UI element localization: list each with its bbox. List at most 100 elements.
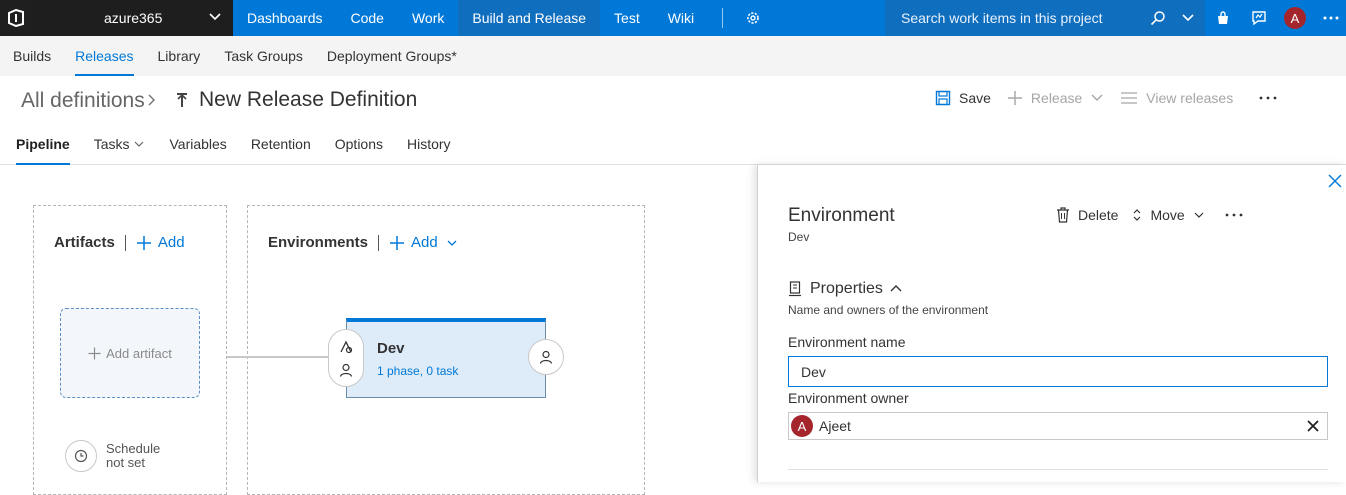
nav-test[interactable]: Test xyxy=(600,0,654,36)
title-row: All definitions New Release Definition S… xyxy=(0,76,1346,124)
title-actions: Save Release View releases xyxy=(935,90,1301,106)
search-placeholder: Search work items in this project xyxy=(901,10,1103,26)
environments-label: Environments xyxy=(268,234,369,251)
move-button[interactable]: Move xyxy=(1132,207,1204,223)
delete-label: Delete xyxy=(1078,207,1119,223)
chevron-down-icon xyxy=(1194,212,1204,218)
panel-actions: Delete Move xyxy=(1056,207,1265,223)
artifacts-header: Artifacts Add xyxy=(54,234,185,251)
plus-icon xyxy=(136,235,151,250)
trigger-icon xyxy=(340,340,353,353)
search-box[interactable]: Search work items in this project xyxy=(885,0,1205,36)
schedule-trigger[interactable]: Schedule not set xyxy=(65,440,160,472)
more-options-icon[interactable] xyxy=(1313,0,1346,36)
properties-icon xyxy=(789,281,801,297)
plus-icon xyxy=(88,347,101,359)
feedback-icon[interactable] xyxy=(1241,0,1277,36)
schedule-line2: not set xyxy=(106,455,146,470)
release-definition-icon xyxy=(174,91,190,114)
panel-title: Environment xyxy=(788,205,895,226)
vsts-logo-icon[interactable] xyxy=(0,0,32,36)
tab-pipeline[interactable]: Pipeline xyxy=(16,124,70,165)
nav-work[interactable]: Work xyxy=(398,0,458,36)
plus-icon xyxy=(390,235,405,250)
tab-retention[interactable]: Retention xyxy=(251,124,311,164)
chevron-down-icon xyxy=(135,141,144,147)
hub-nav: Dashboards Code Work Build and Release T… xyxy=(233,0,769,36)
environment-name-input[interactable]: Dev xyxy=(788,356,1328,387)
top-bar: azure365 Dashboards Code Work Build and … xyxy=(0,0,1346,36)
chevron-down-icon[interactable] xyxy=(1181,11,1195,28)
pre-deployment-conditions[interactable] xyxy=(328,329,364,387)
nav-code[interactable]: Code xyxy=(337,0,398,36)
tab-history[interactable]: History xyxy=(407,124,451,164)
subnav-releases[interactable]: Releases xyxy=(75,36,134,76)
save-button[interactable]: Save xyxy=(935,90,991,106)
add-artifact-button[interactable]: Add artifact xyxy=(60,308,200,398)
marketplace-bag-icon[interactable] xyxy=(1205,0,1241,36)
nav-build-and-release[interactable]: Build and Release xyxy=(458,0,601,36)
clock-icon xyxy=(65,440,97,472)
chevron-down-icon xyxy=(1091,94,1103,101)
view-releases-label: View releases xyxy=(1146,90,1234,106)
nav-wiki[interactable]: Wiki xyxy=(654,0,708,36)
add-artifact-link[interactable]: Add xyxy=(136,234,185,251)
properties-description: Name and owners of the environment xyxy=(788,303,989,317)
plus-icon xyxy=(1007,91,1022,105)
trash-icon xyxy=(1057,207,1069,223)
header-divider xyxy=(378,234,380,251)
environment-owner-field[interactable]: A Ajeet xyxy=(788,412,1328,440)
add-environment-link[interactable]: Add xyxy=(389,234,458,251)
account-selector[interactable]: azure365 xyxy=(32,0,233,36)
owner-name: Ajeet xyxy=(819,418,851,434)
tab-tasks[interactable]: Tasks xyxy=(94,124,146,164)
properties-section-toggle[interactable]: Properties xyxy=(788,280,903,298)
subnav-task-groups[interactable]: Task Groups xyxy=(224,36,303,76)
user-avatar[interactable]: A xyxy=(1277,0,1313,36)
tab-tasks-label: Tasks xyxy=(93,136,130,152)
person-icon xyxy=(539,350,553,364)
release-button[interactable]: Release xyxy=(1007,90,1104,106)
top-icons: A xyxy=(1205,0,1346,36)
properties-heading: Properties xyxy=(810,280,883,297)
save-label: Save xyxy=(959,90,991,106)
release-label: Release xyxy=(1030,90,1083,106)
post-deployment-conditions[interactable] xyxy=(528,339,564,375)
save-icon xyxy=(935,90,951,106)
close-icon[interactable] xyxy=(1328,174,1342,193)
delete-button[interactable]: Delete xyxy=(1056,207,1118,223)
environment-card-dev[interactable]: Dev 1 phase, 0 task xyxy=(346,318,546,398)
gear-icon[interactable] xyxy=(737,0,769,36)
artifacts-label: Artifacts xyxy=(54,234,115,251)
environment-card-summary[interactable]: 1 phase, 0 task xyxy=(377,364,458,378)
environment-panel: Environment Dev Delete Move Properties N… xyxy=(757,165,1346,482)
add-artifact-label: Add artifact xyxy=(106,345,172,361)
schedule-line1: Schedule xyxy=(106,441,161,456)
page-title[interactable]: New Release Definition xyxy=(199,88,417,112)
view-releases-button[interactable]: View releases xyxy=(1120,90,1233,106)
environment-owner-label: Environment owner xyxy=(788,390,909,406)
nav-dashboards[interactable]: Dashboards xyxy=(233,0,337,36)
chevron-up-icon xyxy=(890,285,902,292)
environment-name-label: Environment name xyxy=(788,334,906,350)
artifacts-section: Artifacts Add Add artifact Schedule not … xyxy=(33,205,227,495)
more-actions-icon[interactable] xyxy=(1259,96,1285,100)
breadcrumb-all-definitions[interactable]: All definitions xyxy=(21,89,145,113)
tab-options[interactable]: Options xyxy=(335,124,383,164)
pipeline-canvas: Artifacts Add Add artifact Schedule not … xyxy=(0,165,757,495)
add-artifact-link-label: Add xyxy=(157,234,185,251)
panel-subtitle: Dev xyxy=(788,230,810,244)
subnav-deployment-groups[interactable]: Deployment Groups* xyxy=(327,36,457,76)
updown-icon xyxy=(1134,209,1141,221)
chevron-right-icon xyxy=(146,93,158,112)
subnav-builds[interactable]: Builds xyxy=(13,36,51,76)
subnav-library[interactable]: Library xyxy=(158,36,201,76)
search-icon[interactable] xyxy=(1150,10,1166,29)
section-divider xyxy=(788,469,1328,470)
chevron-down-icon xyxy=(447,240,457,246)
environments-header: Environments Add xyxy=(268,234,458,251)
clear-owner-icon[interactable] xyxy=(1307,419,1319,435)
more-options-icon[interactable] xyxy=(1225,213,1251,217)
tab-variables[interactable]: Variables xyxy=(169,124,226,164)
owner-avatar: A xyxy=(791,415,813,437)
